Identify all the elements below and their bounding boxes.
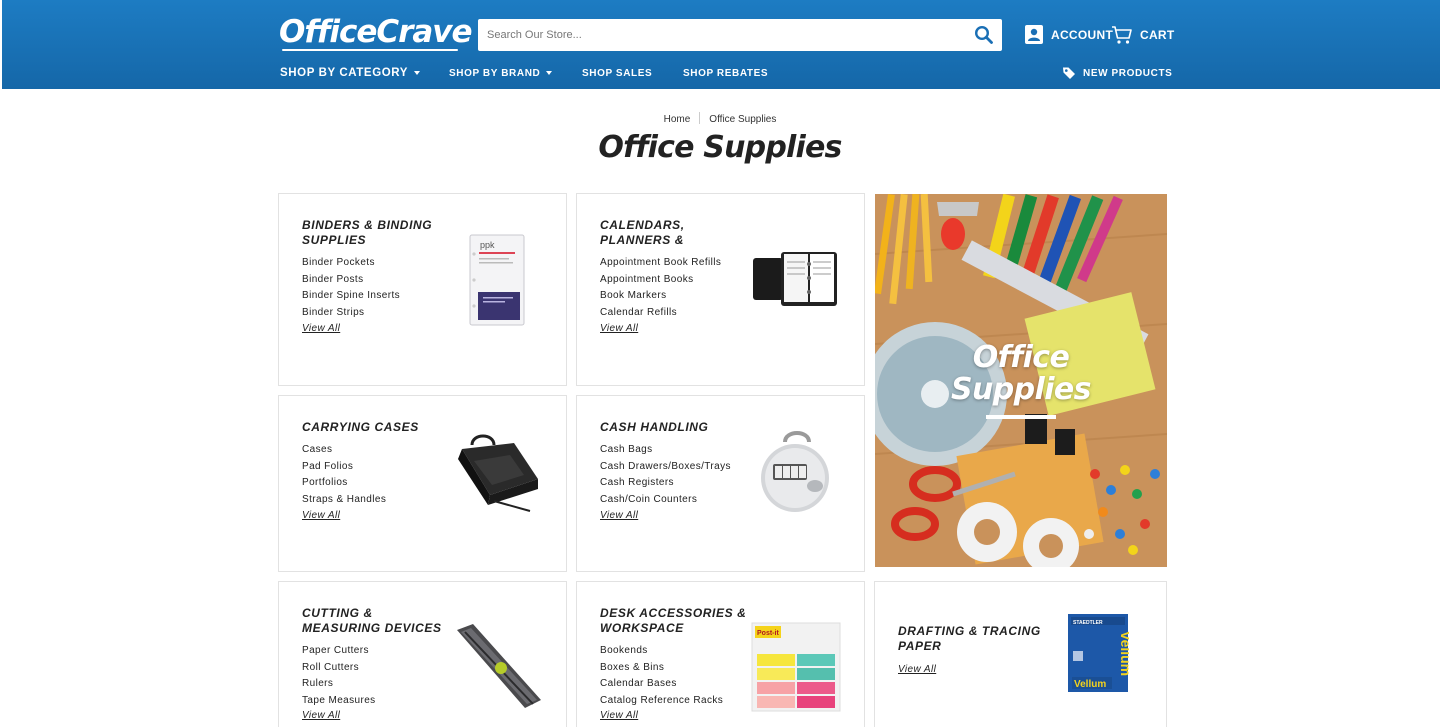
promo-underline — [986, 415, 1056, 419]
view-all-link[interactable]: View All — [600, 323, 638, 334]
nav-shop-by-category-label: SHOP BY CATEGORY — [280, 67, 409, 79]
cart-icon — [1112, 26, 1132, 44]
nav-shop-by-category[interactable]: SHOP BY CATEGORY — [280, 66, 421, 80]
category-link[interactable]: Binder Spine Inserts — [302, 288, 400, 305]
promo-line-2: Supplies — [951, 372, 1091, 407]
category-link[interactable]: Tape Measures — [302, 693, 376, 710]
nav-shop-sales-label: SHOP SALES — [582, 67, 653, 79]
category-link[interactable]: Catalog Reference Racks — [600, 693, 723, 710]
category-link[interactable]: Roll Cutters — [302, 660, 376, 677]
search-button[interactable] — [974, 25, 994, 45]
breadcrumb: Home Office Supplies — [0, 112, 1440, 125]
category-card-carrying-cases: CARRYING CASES Cases Pad Folios Portfoli… — [278, 395, 567, 572]
nav-new-products[interactable]: NEW PRODUCTS — [1062, 66, 1172, 80]
category-links: Appointment Book Refills Appointment Boo… — [600, 255, 721, 321]
category-link[interactable]: Binder Posts — [302, 272, 400, 289]
breadcrumb-home[interactable]: Home — [664, 114, 691, 125]
search-box — [478, 19, 1002, 51]
category-link[interactable]: Pad Folios — [302, 459, 386, 476]
breadcrumb-current: Office Supplies — [709, 114, 777, 125]
category-title[interactable]: CUTTING & MEASURING DEVICES — [302, 606, 452, 636]
chevron-down-icon — [414, 71, 421, 75]
category-link[interactable]: Appointment Book Refills — [600, 255, 721, 272]
search-input[interactable] — [478, 19, 958, 51]
category-link[interactable]: Cash Bags — [600, 442, 731, 459]
office-supplies-promo-image[interactable]: Office Supplies — [875, 194, 1167, 567]
vellum-pad-image[interactable]: STAEDTLER Vellum Vellum — [1067, 613, 1129, 693]
nav-shop-rebates-label: SHOP REBATES — [683, 67, 769, 79]
category-card-drafting-paper: DRAFTING & TRACING PAPER View All STAEDT… — [874, 581, 1167, 727]
account-link[interactable]: ACCOUNT — [1024, 22, 1113, 48]
nav-shop-by-brand-label: SHOP BY BRAND — [449, 67, 541, 79]
search-icon — [974, 25, 993, 44]
ppk-label: ppk — [480, 240, 495, 250]
category-link[interactable]: Bookends — [600, 643, 723, 660]
site-logo[interactable]: OfficeCrave — [279, 14, 473, 50]
view-all-link[interactable]: View All — [898, 664, 936, 675]
category-card-cutting-measuring: CUTTING & MEASURING DEVICES Paper Cutter… — [278, 581, 567, 727]
category-link[interactable]: Rulers — [302, 676, 376, 693]
postit-label: Post-it — [757, 630, 779, 637]
nav-shop-sales[interactable]: SHOP SALES — [582, 66, 652, 80]
category-link[interactable]: Calendar Refills — [600, 305, 721, 322]
category-link[interactable]: Cash/Coin Counters — [600, 492, 731, 509]
category-title[interactable]: CARRYING CASES — [302, 420, 452, 435]
category-link[interactable]: Book Markers — [600, 288, 721, 305]
vellum-front-label: Vellum — [1074, 679, 1106, 690]
view-all-link[interactable]: View All — [600, 710, 638, 721]
staedtler-label: STAEDTLER — [1073, 620, 1103, 626]
category-link[interactable]: Binder Pockets — [302, 255, 400, 272]
breadcrumb-divider — [699, 112, 701, 124]
view-all-link[interactable]: View All — [302, 323, 340, 334]
nav-shop-by-brand[interactable]: SHOP BY BRAND — [449, 66, 553, 80]
planner-image[interactable] — [751, 248, 841, 308]
logo-underline — [282, 49, 458, 51]
cart-link[interactable]: CART — [1111, 22, 1175, 48]
tally-counter-image[interactable] — [755, 428, 835, 514]
category-title[interactable]: DESK ACCESSORIES & WORKSPACE — [600, 606, 750, 636]
category-link[interactable]: Calendar Bases — [600, 676, 723, 693]
cart-label: CART — [1140, 28, 1175, 42]
category-link[interactable]: Cash Registers — [600, 475, 731, 492]
category-link[interactable]: Portfolios — [302, 475, 386, 492]
nav-new-products-label: NEW PRODUCTS — [1083, 67, 1173, 79]
paper-cutter-image[interactable] — [451, 622, 543, 712]
category-title[interactable]: CASH HANDLING — [600, 420, 750, 435]
category-links: Binder Pockets Binder Posts Binder Spine… — [302, 255, 400, 321]
category-link[interactable]: Boxes & Bins — [600, 660, 723, 677]
category-links: Cash Bags Cash Drawers/Boxes/Trays Cash … — [600, 442, 731, 508]
view-all-link[interactable]: View All — [302, 510, 340, 521]
category-links: Paper Cutters Roll Cutters Rulers Tape M… — [302, 643, 376, 709]
category-link[interactable]: Straps & Handles — [302, 492, 386, 509]
promo-line-1: Office — [972, 340, 1070, 375]
category-title[interactable]: DRAFTING & TRACING PAPER — [898, 624, 1048, 654]
view-all-link[interactable]: View All — [600, 510, 638, 521]
category-link[interactable]: Appointment Books — [600, 272, 721, 289]
category-card-binders: BINDERS & BINDING SUPPLIES Binder Pocket… — [278, 193, 567, 386]
page-title: Office Supplies — [598, 130, 842, 165]
account-label: ACCOUNT — [1051, 28, 1114, 42]
vellum-label: Vellum — [1118, 631, 1129, 676]
category-card-desk-accessories: DESK ACCESSORIES & WORKSPACE Bookends Bo… — [576, 581, 865, 727]
category-title[interactable]: BINDERS & BINDING SUPPLIES — [302, 218, 442, 248]
nav-shop-rebates[interactable]: SHOP REBATES — [683, 66, 768, 80]
sticky-flags-image[interactable]: Post-it — [751, 622, 841, 712]
category-link[interactable]: Binder Strips — [302, 305, 400, 322]
promo-title: Office Supplies — [875, 342, 1167, 406]
category-link[interactable]: Cash Drawers/Boxes/Trays — [600, 459, 731, 476]
site-header: OfficeCrave ACCOUNT CART SHOP BY CATEGOR… — [2, 0, 1440, 89]
category-card-cash-handling: CASH HANDLING Cash Bags Cash Drawers/Box… — [576, 395, 865, 572]
chevron-down-icon — [546, 71, 553, 75]
category-links: Cases Pad Folios Portfolios Straps & Han… — [302, 442, 386, 508]
category-link[interactable]: Cases — [302, 442, 386, 459]
category-card-calendars: CALENDARS, PLANNERS & Appointment Book R… — [576, 193, 865, 386]
category-title[interactable]: CALENDARS, PLANNERS & — [600, 218, 740, 248]
binder-pocket-image[interactable]: ppk — [469, 234, 525, 326]
category-link[interactable]: Paper Cutters — [302, 643, 376, 660]
tag-icon — [1063, 67, 1075, 79]
carrying-case-image[interactable] — [454, 431, 542, 513]
view-all-link[interactable]: View All — [302, 710, 340, 721]
category-links: Bookends Boxes & Bins Calendar Bases Cat… — [600, 643, 723, 709]
account-icon — [1025, 25, 1043, 44]
